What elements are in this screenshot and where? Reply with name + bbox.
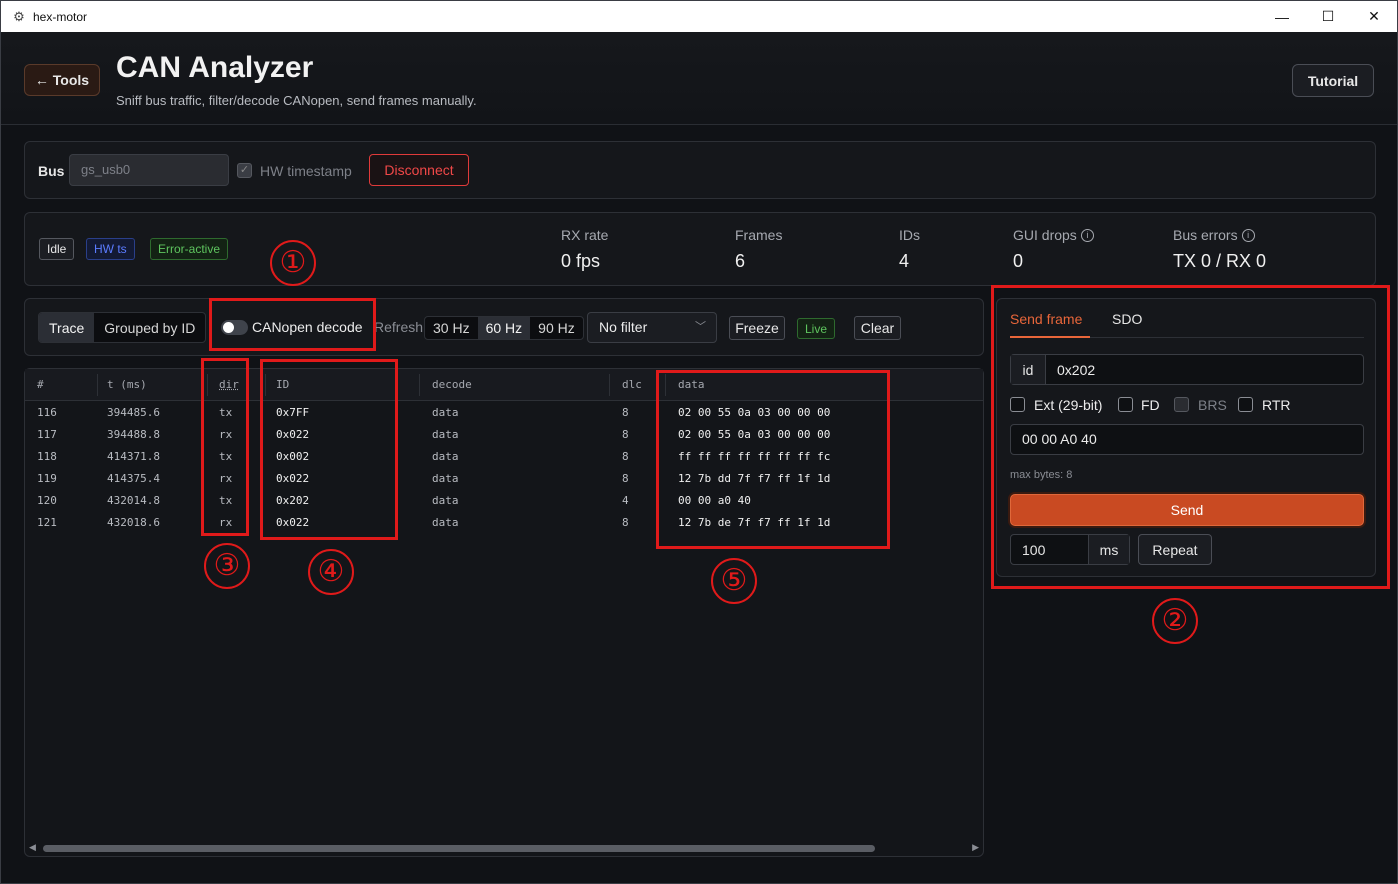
app-window: ⚙ hex-motor — ☐ ✕ ← Tools CAN Analyzer S… bbox=[0, 0, 1398, 884]
stat-gui-drops: GUI drops i 0 bbox=[1013, 227, 1094, 272]
cell-index: 116 bbox=[37, 406, 57, 419]
stat-label: RX rate bbox=[561, 227, 609, 243]
scroll-right-icon[interactable]: ▶ bbox=[972, 842, 979, 853]
cell-decode: data bbox=[432, 516, 459, 529]
cell-time: 432014.8 bbox=[107, 494, 160, 507]
cell-decode: data bbox=[432, 450, 459, 463]
cell-dlc: 8 bbox=[622, 472, 629, 485]
live-badge: Live bbox=[797, 318, 836, 339]
hw-ts-badge: HW ts bbox=[86, 238, 135, 260]
annotation-box-dir bbox=[201, 358, 249, 536]
stat-value: 0 bbox=[1013, 251, 1024, 271]
hw-timestamp-label: HW timestamp bbox=[260, 163, 352, 179]
bus-label: Bus bbox=[38, 163, 65, 179]
chevron-down-icon: ﹀ bbox=[695, 321, 706, 333]
stat-label: IDs bbox=[899, 227, 920, 243]
rate-60hz-button[interactable]: 60 Hz bbox=[477, 317, 531, 339]
stat-ids: IDs 4 bbox=[899, 227, 920, 272]
cell-dlc: 8 bbox=[622, 428, 629, 441]
back-to-tools-button[interactable]: ← Tools bbox=[24, 64, 100, 96]
view-mode-switch: Trace Grouped by ID bbox=[38, 312, 207, 343]
stat-rx-rate: RX rate 0 fps bbox=[561, 227, 608, 272]
stat-label: GUI drops bbox=[1013, 227, 1077, 243]
cell-time: 432018.6 bbox=[107, 516, 160, 529]
column-header[interactable]: dlc bbox=[622, 378, 642, 391]
state-badge: Idle bbox=[39, 238, 75, 260]
rate-30hz-button[interactable]: 30 Hz bbox=[425, 317, 478, 339]
close-button[interactable]: ✕ bbox=[1351, 1, 1397, 32]
column-header[interactable]: # bbox=[37, 378, 44, 391]
stat-label: Frames bbox=[735, 227, 783, 243]
page-title: CAN Analyzer bbox=[116, 51, 314, 84]
page-header: ← Tools CAN Analyzer Sniff bus traffic, … bbox=[1, 32, 1397, 125]
cell-index: 119 bbox=[37, 472, 57, 485]
annotation-number: ④ bbox=[308, 549, 354, 595]
annotation-box-data bbox=[656, 370, 890, 549]
bus-bar: Bus gs_usb0 ✓ HW timestamp Disconnect bbox=[24, 141, 1376, 199]
filter-select[interactable]: No filter ﹀ bbox=[587, 312, 717, 343]
error-state-badge: Error-active bbox=[150, 238, 229, 260]
stat-label: Bus errors bbox=[1173, 227, 1238, 243]
stat-frames: Frames 6 bbox=[735, 227, 782, 272]
stat-bus-errors: Bus errors i TX 0 / RX 0 bbox=[1173, 227, 1266, 272]
annotation-number: ② bbox=[1152, 598, 1198, 644]
scroll-left-icon[interactable]: ◀ bbox=[29, 842, 36, 853]
cell-time: 414371.8 bbox=[107, 450, 160, 463]
cell-decode: data bbox=[432, 428, 459, 441]
cell-index: 118 bbox=[37, 450, 57, 463]
annotation-number: ⑤ bbox=[711, 558, 757, 604]
cell-decode: data bbox=[432, 494, 459, 507]
bus-interface-input[interactable]: gs_usb0 bbox=[69, 154, 229, 186]
column-divider[interactable] bbox=[609, 374, 610, 396]
stat-value: 4 bbox=[899, 251, 910, 271]
cell-dlc: 4 bbox=[622, 494, 629, 507]
app-icon: ⚙ bbox=[13, 8, 25, 24]
refresh-rate-switch: 30 Hz 60 Hz 90 Hz bbox=[424, 316, 584, 340]
annotation-box-send bbox=[991, 285, 1390, 589]
window-title: hex-motor bbox=[33, 9, 88, 24]
horizontal-scrollbar[interactable]: ◀ ▶ bbox=[29, 842, 979, 854]
column-divider[interactable] bbox=[97, 374, 98, 396]
scrollbar-thumb[interactable] bbox=[43, 845, 875, 852]
cell-index: 121 bbox=[37, 516, 57, 529]
clear-button[interactable]: Clear bbox=[854, 316, 901, 340]
minimize-button[interactable]: — bbox=[1259, 1, 1305, 32]
info-icon[interactable]: i bbox=[1241, 228, 1255, 242]
hw-timestamp-checkbox[interactable]: ✓ bbox=[237, 163, 252, 178]
cell-decode: data bbox=[432, 406, 459, 419]
cell-time: 414375.4 bbox=[107, 472, 160, 485]
cell-decode: data bbox=[432, 472, 459, 485]
info-icon[interactable]: i bbox=[1080, 228, 1094, 242]
column-header[interactable]: t (ms) bbox=[107, 378, 147, 391]
page-subtitle: Sniff bus traffic, filter/decode CANopen… bbox=[116, 93, 477, 108]
cell-dlc: 8 bbox=[622, 450, 629, 463]
title-bar: ⚙ hex-motor — ☐ ✕ bbox=[1, 1, 1397, 32]
status-bar: Idle HW ts Error-active RX rate 0 fps Fr… bbox=[24, 212, 1376, 286]
cell-dlc: 8 bbox=[622, 406, 629, 419]
disconnect-button[interactable]: Disconnect bbox=[369, 154, 469, 186]
cell-time: 394488.8 bbox=[107, 428, 160, 441]
stat-value: TX 0 / RX 0 bbox=[1173, 251, 1267, 271]
annotation-box-canopen bbox=[209, 298, 376, 351]
column-divider[interactable] bbox=[419, 374, 420, 396]
view-grouped-button[interactable]: Grouped by ID bbox=[94, 313, 205, 342]
filter-value: No filter bbox=[599, 319, 648, 335]
stat-value: 0 fps bbox=[561, 251, 601, 271]
column-header[interactable]: decode bbox=[432, 378, 472, 391]
rate-90hz-button[interactable]: 90 Hz bbox=[530, 317, 583, 339]
cell-index: 120 bbox=[37, 494, 57, 507]
cell-time: 394485.6 bbox=[107, 406, 160, 419]
trace-toolbar: Trace Grouped by ID CANopen decode Refre… bbox=[24, 298, 984, 356]
annotation-box-id bbox=[260, 359, 398, 540]
cell-index: 117 bbox=[37, 428, 57, 441]
tutorial-button[interactable]: Tutorial bbox=[1292, 64, 1374, 97]
maximize-button[interactable]: ☐ bbox=[1305, 1, 1351, 32]
annotation-number: ① bbox=[270, 240, 316, 286]
freeze-button[interactable]: Freeze bbox=[729, 316, 785, 340]
view-trace-button[interactable]: Trace bbox=[39, 313, 95, 342]
stat-value: 6 bbox=[735, 251, 746, 271]
refresh-label: Refresh bbox=[374, 319, 424, 335]
annotation-number: ③ bbox=[204, 543, 250, 589]
cell-dlc: 8 bbox=[622, 516, 629, 529]
